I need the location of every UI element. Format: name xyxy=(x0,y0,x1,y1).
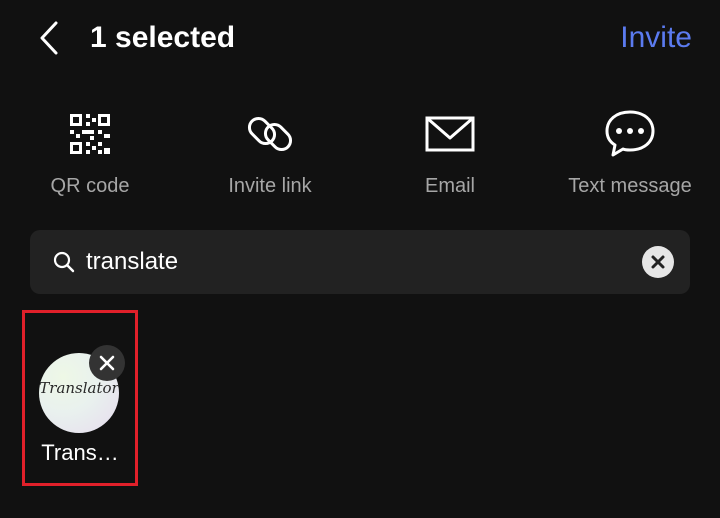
header: 1 selected Invite xyxy=(0,0,720,80)
search-input[interactable] xyxy=(86,244,626,280)
close-icon xyxy=(651,255,665,269)
chat-bubble-icon xyxy=(605,110,655,157)
page-title: 1 selected xyxy=(90,21,236,54)
search-icon xyxy=(53,251,75,273)
option-qr-code[interactable]: QR code xyxy=(0,100,180,210)
chevron-left-icon xyxy=(40,21,58,55)
search-bar xyxy=(30,230,690,294)
share-options: QR code Invite link Email Text message xyxy=(0,100,720,210)
option-email[interactable]: Email xyxy=(360,100,540,210)
close-icon xyxy=(99,355,115,371)
remove-selected-button[interactable] xyxy=(89,345,125,381)
avatar-logo-text: Translator xyxy=(39,379,119,397)
contact-name: Trans… xyxy=(41,440,119,465)
option-text-message[interactable]: Text message xyxy=(540,100,720,210)
option-invite-link[interactable]: Invite link xyxy=(180,100,360,210)
invite-button[interactable]: Invite xyxy=(620,20,692,56)
clear-search-button[interactable] xyxy=(642,246,674,278)
envelope-icon xyxy=(425,116,475,152)
option-label: Invite link xyxy=(228,175,312,197)
selected-contact[interactable]: Translator Trans… xyxy=(22,310,138,486)
option-label: QR code xyxy=(50,175,130,197)
link-icon xyxy=(247,116,293,152)
qr-code-icon xyxy=(70,114,110,154)
option-label: Email xyxy=(424,175,475,197)
option-label: Text message xyxy=(568,175,692,197)
back-button[interactable] xyxy=(30,18,70,58)
